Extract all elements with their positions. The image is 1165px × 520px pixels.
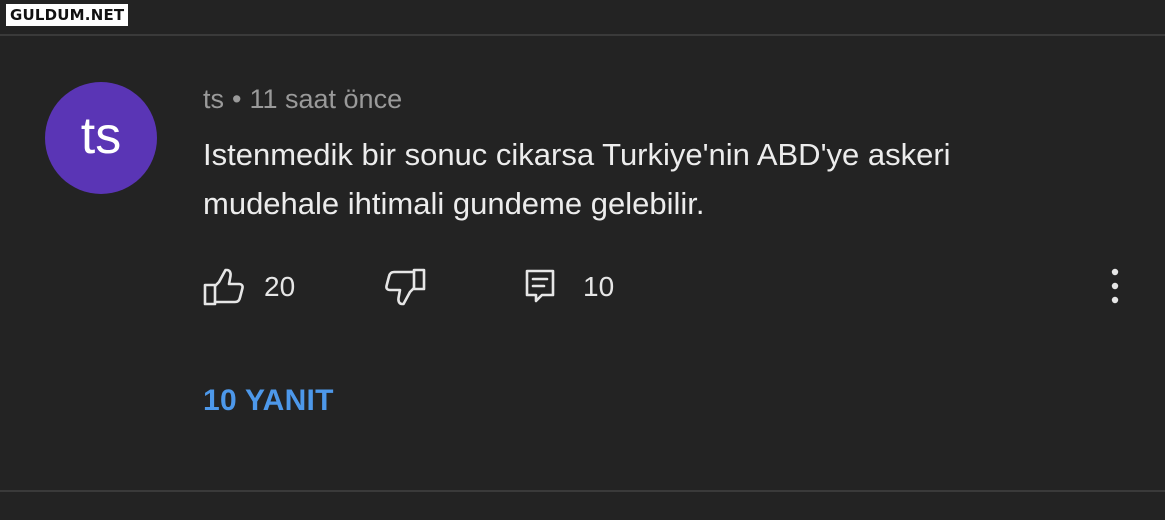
meta-separator: • bbox=[232, 84, 242, 114]
reply-count: 10 bbox=[583, 271, 615, 302]
view-replies-button[interactable]: 10 YANIT bbox=[203, 384, 334, 418]
like-count: 20 bbox=[264, 271, 296, 302]
more-vertical-icon bbox=[1111, 268, 1119, 309]
thumbs-down-icon bbox=[384, 267, 426, 307]
avatar[interactable]: ts bbox=[45, 82, 157, 194]
reply-button[interactable]: 10 bbox=[524, 262, 614, 312]
comment-time[interactable]: 11 saat önce bbox=[249, 84, 402, 114]
comment-meta: ts • 11 saat önce bbox=[203, 84, 402, 115]
watermark-logo: GULDUM.NET bbox=[6, 4, 129, 26]
more-options-button[interactable] bbox=[1100, 268, 1130, 308]
comment-text: Istenmedik bir sonuc cikarsa Turkiye'nin… bbox=[203, 137, 951, 221]
comment-icon bbox=[524, 268, 556, 306]
comment-screen: GULDUM.NET ts ts • 11 saat önce Istenmedik… bbox=[0, 0, 1165, 520]
dislike-button[interactable] bbox=[384, 262, 426, 312]
thumbs-up-icon bbox=[203, 267, 245, 307]
bottom-divider bbox=[0, 490, 1165, 492]
like-button[interactable]: 20 bbox=[203, 262, 295, 312]
author-name[interactable]: ts bbox=[203, 84, 224, 114]
top-divider bbox=[0, 34, 1165, 36]
avatar-initials: ts bbox=[80, 107, 122, 165]
